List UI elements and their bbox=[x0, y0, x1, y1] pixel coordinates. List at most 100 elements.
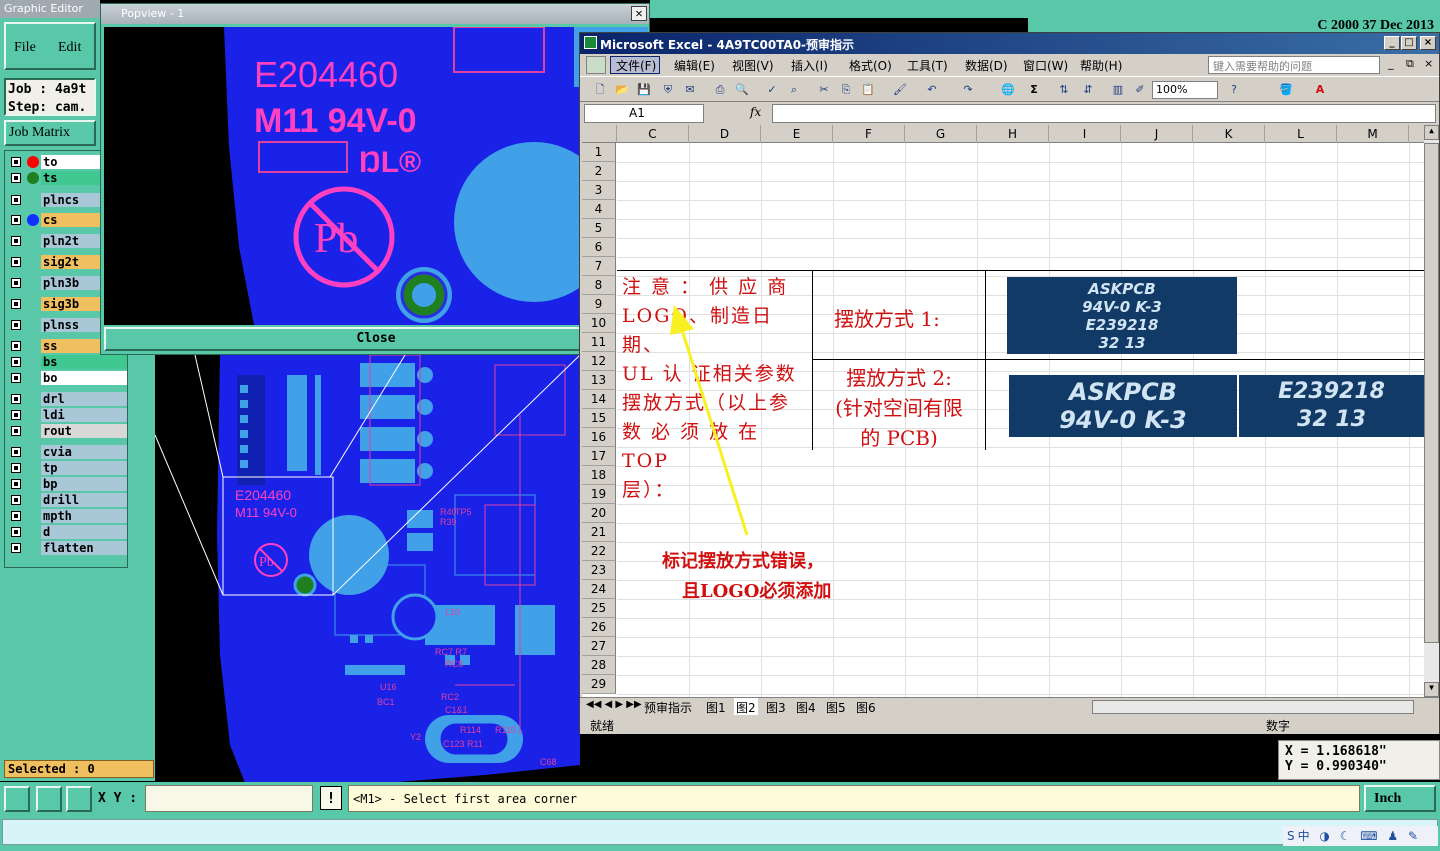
cut-icon[interactable]: ✂ bbox=[816, 82, 832, 97]
scroll-up-icon[interactable]: ▲ bbox=[1424, 125, 1439, 140]
layer-checkbox[interactable] bbox=[11, 394, 21, 404]
layer-row-drill[interactable]: drill bbox=[7, 493, 127, 507]
layer-name[interactable]: bo bbox=[41, 371, 127, 385]
layer-row-ldi[interactable]: ldi bbox=[7, 408, 127, 422]
save-icon[interactable]: 💾 bbox=[636, 82, 652, 97]
drawing-icon[interactable]: ✐ bbox=[1132, 82, 1148, 97]
chart-wizard-icon[interactable]: ▥ bbox=[1110, 82, 1126, 97]
layer-row-bo[interactable]: bo bbox=[7, 371, 127, 385]
zoom-select[interactable]: 100% bbox=[1152, 81, 1218, 99]
menu-edit[interactable]: 编辑(E) bbox=[674, 57, 715, 74]
maximize-icon[interactable]: □ bbox=[1401, 36, 1417, 50]
layer-checkbox[interactable] bbox=[11, 341, 21, 351]
measure-icon[interactable] bbox=[36, 786, 62, 812]
name-box[interactable]: A1 bbox=[584, 104, 704, 123]
layer-checkbox[interactable] bbox=[11, 543, 21, 553]
menu-window[interactable]: 窗口(W) bbox=[1023, 57, 1068, 74]
popview-zoom-view[interactable]: E204460 M11 94V-0 ŊL® Pb bbox=[104, 27, 648, 325]
layer-checkbox[interactable] bbox=[11, 357, 21, 367]
layer-checkbox[interactable] bbox=[11, 479, 21, 489]
layer-row-bs[interactable]: bs bbox=[7, 355, 127, 369]
permission-icon[interactable]: ⛨ bbox=[660, 82, 676, 97]
layer-row-bp[interactable]: bp bbox=[7, 477, 127, 491]
formula-input[interactable] bbox=[772, 104, 1436, 123]
layer-name[interactable]: tp bbox=[41, 461, 127, 475]
menu-edit[interactable]: Edit bbox=[58, 40, 81, 56]
pcb-canvas[interactable]: TP5 R40 R39 L10 RC7 R7 RC8 RC2 C1&1 R114 R110 C… bbox=[155, 355, 580, 783]
layer-name[interactable]: cvia bbox=[41, 445, 127, 459]
ime-tray[interactable]: S中 ◑ ☾ ⌨ ♟ ✎ bbox=[1283, 826, 1438, 846]
layer-checkbox[interactable] bbox=[11, 426, 21, 436]
layer-name[interactable]: drl bbox=[41, 392, 127, 406]
layer-name[interactable]: flatten bbox=[41, 541, 127, 555]
worksheet-grid[interactable]: CDEFGHIJKLM 1 2 3 4 5 6 7 8 9 10 11 12 13 14 15 16 17 18 1… bbox=[582, 125, 1424, 697]
layer-checkbox[interactable] bbox=[11, 236, 21, 246]
research-icon[interactable]: ⌕ bbox=[786, 82, 802, 97]
layer-checkbox[interactable] bbox=[11, 527, 21, 537]
vertical-scrollbar[interactable]: ▲ ▼ bbox=[1424, 125, 1439, 697]
undo-icon[interactable]: ↶ bbox=[924, 82, 940, 97]
help-icon[interactable]: ? bbox=[1226, 82, 1242, 97]
tab-scroll-icons[interactable]: ◀◀ ◀ ▶ ▶▶ bbox=[586, 699, 642, 710]
popview-close-icon[interactable]: ✕ bbox=[631, 6, 647, 21]
layer-checkbox[interactable] bbox=[11, 373, 21, 383]
layer-row-rout[interactable]: rout bbox=[7, 424, 127, 438]
open-icon[interactable]: 📂 bbox=[614, 82, 630, 97]
menu-file[interactable]: 文件(F) bbox=[616, 57, 656, 74]
horizontal-scrollbar[interactable] bbox=[1092, 700, 1414, 714]
fx-icon[interactable]: fx bbox=[750, 105, 761, 119]
alert-button[interactable]: ! bbox=[320, 786, 342, 810]
layer-row-flatten[interactable]: flatten bbox=[7, 541, 127, 555]
excel-titlebar[interactable]: Microsoft Excel - 4A9TC00TA0-预审指示 _ □ × bbox=[580, 33, 1439, 54]
doc-restore-icon[interactable]: ⧉ bbox=[1406, 57, 1414, 71]
hyperlink-icon[interactable]: 🌐 bbox=[1000, 82, 1016, 97]
scroll-down-icon[interactable]: ▼ bbox=[1424, 682, 1439, 697]
layer-checkbox[interactable] bbox=[11, 195, 21, 205]
sheet-tab[interactable]: 预审指示 bbox=[642, 698, 694, 715]
layer-checkbox[interactable] bbox=[11, 447, 21, 457]
print-preview-icon[interactable]: 🔍 bbox=[734, 82, 750, 97]
menu-insert[interactable]: 插入(I) bbox=[791, 57, 828, 74]
layer-name[interactable]: mpth bbox=[41, 509, 127, 523]
zoom-area-icon[interactable] bbox=[4, 786, 30, 812]
autosum-icon[interactable]: Σ bbox=[1026, 82, 1042, 97]
layer-row-cvia[interactable]: cvia bbox=[7, 445, 127, 459]
layer-row-tp[interactable]: tp bbox=[7, 461, 127, 475]
new-icon[interactable]: 🗋 bbox=[592, 82, 608, 97]
menu-view[interactable]: 视图(V) bbox=[732, 57, 774, 74]
layer-checkbox[interactable] bbox=[11, 495, 21, 505]
unit-selector[interactable]: Inch bbox=[1364, 785, 1436, 812]
doc-close-icon[interactable]: × bbox=[1424, 57, 1433, 70]
email-icon[interactable]: ✉ bbox=[682, 82, 698, 97]
sheet-tab[interactable]: 图6 bbox=[854, 698, 878, 715]
help-search-input[interactable]: 键入需要帮助的问题 bbox=[1208, 56, 1380, 74]
grid-icon[interactable] bbox=[66, 786, 92, 812]
redo-icon[interactable]: ↷ bbox=[960, 82, 976, 97]
layer-name[interactable]: bp bbox=[41, 477, 127, 491]
layer-checkbox[interactable] bbox=[11, 463, 21, 473]
menu-data[interactable]: 数据(D) bbox=[965, 57, 1008, 74]
layer-row-d[interactable]: d bbox=[7, 525, 127, 539]
layer-row-drl[interactable]: drl bbox=[7, 392, 127, 406]
format-painter-icon[interactable]: 🖌 bbox=[892, 82, 908, 97]
layer-checkbox[interactable] bbox=[11, 278, 21, 288]
layer-checkbox[interactable] bbox=[11, 173, 21, 183]
layer-checkbox[interactable] bbox=[11, 320, 21, 330]
layer-checkbox[interactable] bbox=[11, 215, 21, 225]
layer-name[interactable]: drill bbox=[41, 493, 127, 507]
layer-row-mpth[interactable]: mpth bbox=[7, 509, 127, 523]
sheet-tab[interactable]: 图3 bbox=[764, 698, 788, 715]
menu-format[interactable]: 格式(O) bbox=[849, 57, 892, 74]
print-icon[interactable]: ⎙ bbox=[712, 82, 728, 97]
spelling-icon[interactable]: ✓ bbox=[764, 82, 780, 97]
layer-checkbox[interactable] bbox=[11, 511, 21, 521]
job-matrix-button[interactable]: Job Matrix bbox=[4, 120, 96, 146]
scroll-thumb[interactable] bbox=[1424, 143, 1439, 643]
layer-name[interactable]: rout bbox=[41, 424, 127, 438]
layer-name[interactable]: ldi bbox=[41, 408, 127, 422]
sort-desc-icon[interactable]: ⇵ bbox=[1080, 82, 1096, 97]
layer-name[interactable]: bs bbox=[41, 355, 127, 369]
paste-icon[interactable]: 📋 bbox=[860, 82, 876, 97]
layer-checkbox[interactable] bbox=[11, 410, 21, 420]
sheet-tab[interactable]: 图2 bbox=[734, 698, 758, 715]
